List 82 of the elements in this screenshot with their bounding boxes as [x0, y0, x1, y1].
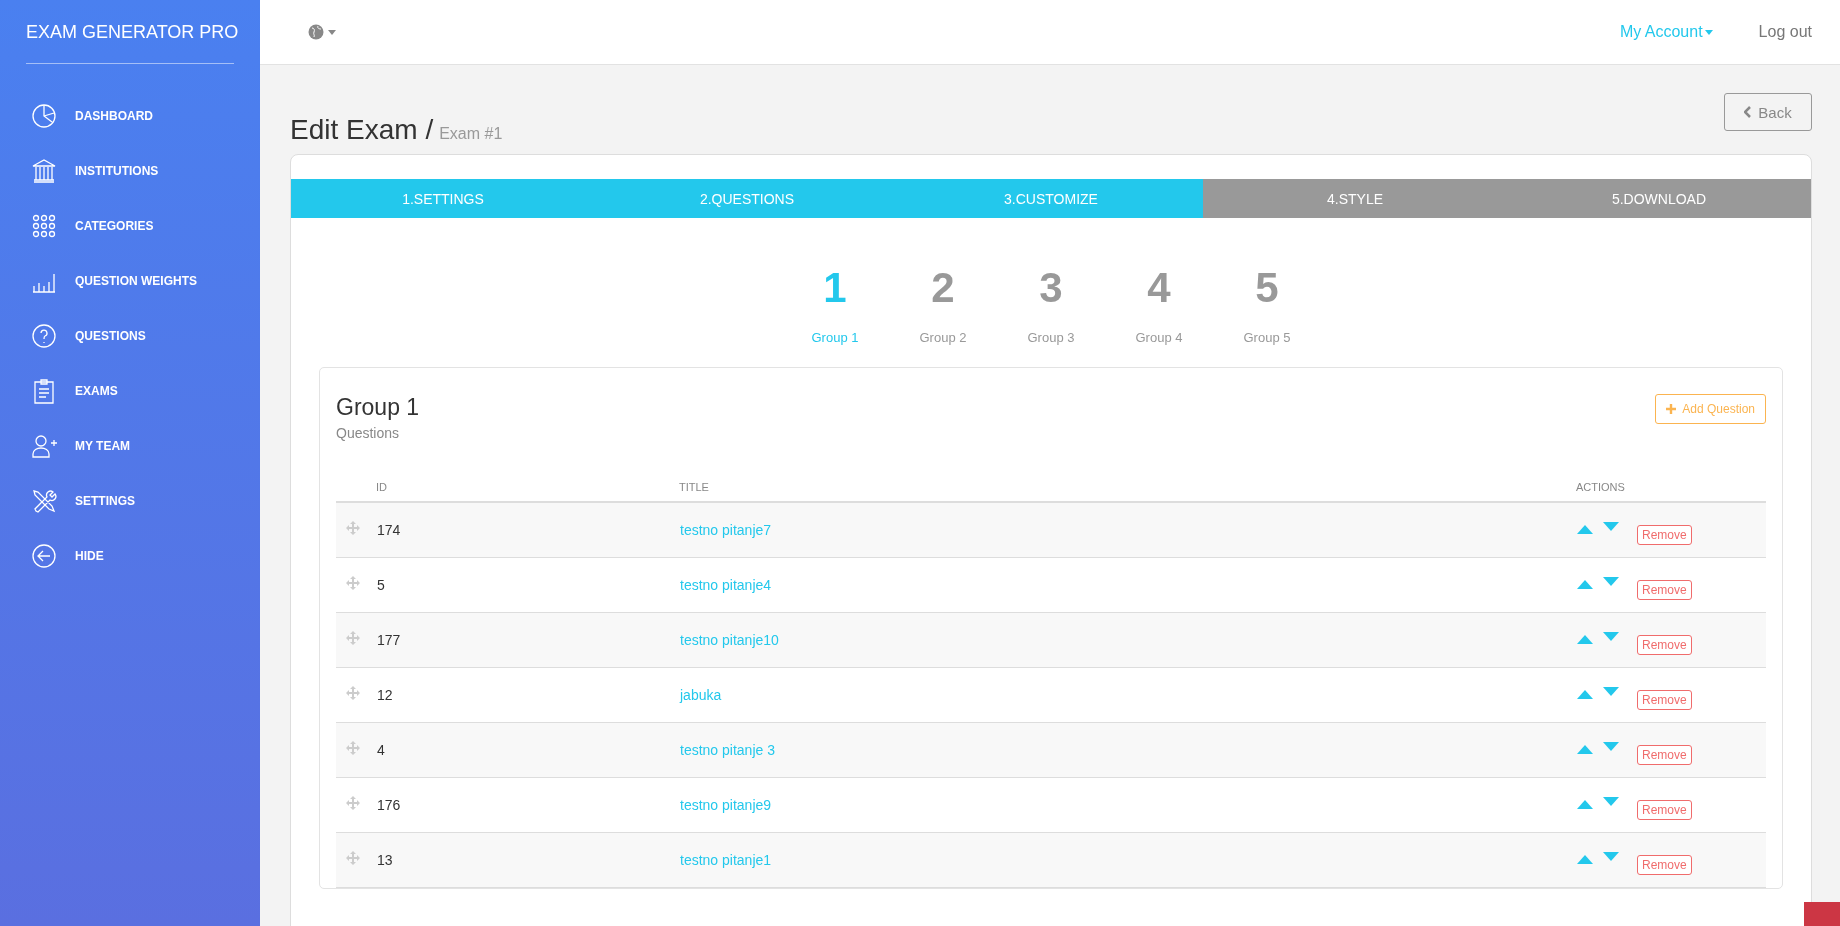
move-down-icon[interactable]	[1603, 742, 1619, 751]
question-link[interactable]: jabuka	[680, 686, 722, 703]
group-tab[interactable]: 5 Group 5	[1233, 264, 1301, 345]
drag-handle-icon[interactable]	[346, 741, 360, 755]
bank-icon	[31, 157, 57, 184]
pie-chart-icon	[31, 102, 57, 129]
drag-handle-icon[interactable]	[346, 631, 360, 645]
move-up-icon[interactable]	[1577, 580, 1593, 589]
wizard-step[interactable]: 1.SETTINGS	[291, 179, 595, 218]
panel-title: Group 1	[336, 394, 420, 421]
drag-handle-icon[interactable]	[346, 521, 360, 536]
group-tab[interactable]: 3 Group 3	[1017, 264, 1085, 345]
question-link[interactable]: testno pitanje9	[680, 796, 772, 813]
remove-button[interactable]: Remove	[1637, 744, 1692, 765]
group-tab[interactable]: 2 Group 2	[909, 264, 977, 345]
move-down-icon[interactable]	[1603, 797, 1619, 806]
sidebar-item[interactable]: QUESTIONS	[0, 308, 260, 363]
wizard-step[interactable]: 4.STYLE	[1203, 179, 1507, 218]
move-up-icon[interactable]	[1577, 690, 1593, 699]
drag-handle-icon[interactable]	[346, 851, 360, 865]
drag-handle-icon[interactable]	[346, 686, 360, 700]
remove-button[interactable]: Remove	[1637, 524, 1692, 545]
language-button[interactable]	[308, 24, 336, 40]
move-up-icon[interactable]	[1577, 525, 1593, 535]
table-cell: 4	[377, 741, 385, 758]
question-link[interactable]: testno pitanje4	[680, 576, 772, 593]
sidebar-item[interactable]: CATEGORIES	[0, 198, 260, 253]
move-down-icon[interactable]	[1603, 687, 1619, 696]
remove-button[interactable]: Remove	[1637, 579, 1692, 600]
sidebar-item[interactable]: MY TEAM	[0, 418, 260, 473]
question-link[interactable]: testno pitanje 3	[680, 741, 775, 758]
move-up-icon[interactable]	[1577, 745, 1593, 754]
question-link[interactable]: testno pitanje7	[680, 521, 772, 538]
table-cell: 174	[377, 521, 401, 538]
move-up-icon[interactable]	[1577, 855, 1593, 864]
group-tab[interactable]: 1 Group 1	[801, 264, 869, 345]
account-link[interactable]: My Account	[1619, 23, 1713, 41]
tools-icon	[31, 487, 57, 514]
add-question-button[interactable]: Add Question	[1655, 394, 1766, 424]
question-circle-icon	[31, 322, 57, 349]
move-down-icon[interactable]	[1603, 632, 1619, 641]
globe-icon	[308, 24, 324, 40]
caret-icon	[1704, 29, 1713, 35]
move-down-icon[interactable]	[1603, 852, 1619, 861]
sidebar-item[interactable]: INSTITUTIONS	[0, 143, 260, 198]
floating-widget[interactable]	[1804, 902, 1840, 926]
sidebar-item[interactable]: SETTINGS	[0, 473, 260, 528]
remove-button[interactable]: Remove	[1637, 634, 1692, 655]
dots-grid-icon	[31, 212, 57, 239]
wizard-step[interactable]: 5.DOWNLOAD	[1507, 179, 1811, 218]
wizard-step[interactable]: 2.QUESTIONS	[595, 179, 899, 218]
move-up-icon[interactable]	[1577, 800, 1593, 809]
clipboard-icon	[31, 377, 57, 404]
remove-button[interactable]: Remove	[1637, 689, 1692, 710]
move-down-icon[interactable]	[1603, 577, 1619, 586]
drag-handle-icon[interactable]	[346, 576, 360, 590]
table-cell: 12	[377, 686, 393, 703]
table-cell: 176	[377, 796, 401, 813]
question-link[interactable]: testno pitanje1	[680, 851, 772, 868]
caret-icon	[328, 29, 336, 35]
logout-link[interactable]: Log out	[1758, 23, 1812, 41]
table-cell: 13	[377, 851, 393, 868]
move-up-icon[interactable]	[1577, 635, 1593, 644]
question-link[interactable]: testno pitanje10	[680, 631, 779, 648]
chevron-left-icon	[1744, 106, 1753, 118]
panel-subtitle: Questions	[336, 425, 401, 441]
sidebar-item[interactable]: EXAMS	[0, 363, 260, 418]
sidebar-item[interactable]: DASHBOARD	[0, 88, 260, 143]
move-down-icon[interactable]	[1603, 522, 1619, 532]
back-button[interactable]: Back	[1724, 93, 1812, 131]
page-title: Edit Exam / Exam #1	[290, 114, 503, 146]
drag-handle-icon[interactable]	[346, 796, 360, 810]
table-cell: 5	[377, 576, 385, 593]
sidebar-item[interactable]: HIDE	[0, 528, 260, 583]
sidebar-item[interactable]: QUESTION WEIGHTS	[0, 253, 260, 308]
table-cell: 177	[377, 631, 401, 648]
remove-button[interactable]: Remove	[1637, 854, 1692, 875]
group-tab[interactable]: 4 Group 4	[1125, 264, 1193, 345]
add-user-icon	[31, 432, 57, 459]
wizard-step[interactable]: 3.CUSTOMIZE	[899, 179, 1203, 218]
remove-button[interactable]: Remove	[1637, 799, 1692, 820]
plus-icon	[1666, 404, 1677, 414]
